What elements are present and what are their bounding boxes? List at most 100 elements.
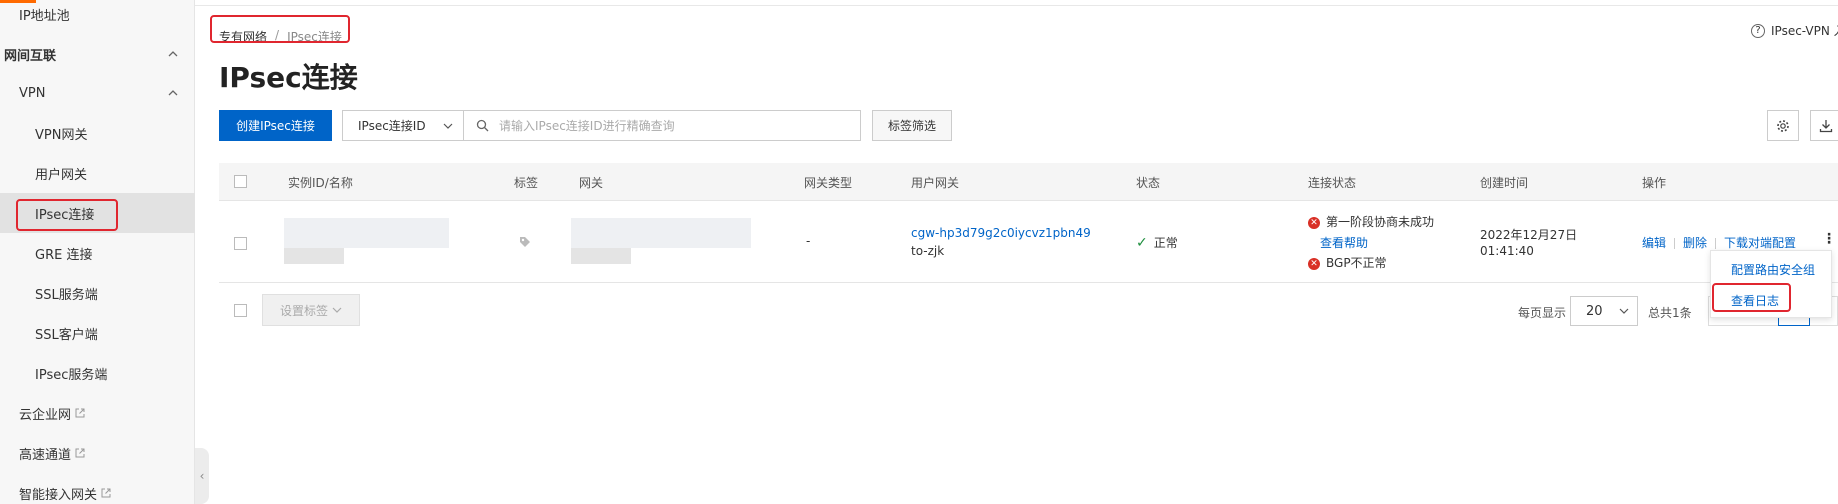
filter-field-value: IPsec连接ID [358, 119, 426, 133]
sidebar-item-label: VPN网关 [35, 127, 88, 143]
column-header-instance: 实例ID/名称 [288, 176, 353, 190]
total-count: 总共1条 [1648, 306, 1692, 320]
column-header-customer-gateway: 用户网关 [911, 176, 960, 190]
sidebar-item-customer-gateway[interactable]: 用户网关 [0, 153, 195, 193]
sidebar-item-ip-pool[interactable]: IP地址池 [0, 0, 195, 34]
external-link-icon [101, 488, 111, 498]
sidebar-item-vpn-gateway[interactable]: VPN网关 [0, 113, 195, 153]
redacted-instance-id[interactable] [284, 218, 449, 248]
page-size-label: 每页显示 [1518, 306, 1567, 320]
sidebar-group-vpn[interactable]: VPN [0, 73, 195, 113]
sidebar-item-cen[interactable]: 云企业网 [0, 393, 195, 433]
redacted-instance-name [284, 248, 344, 264]
sidebar-item-label: 网间互联 [4, 48, 57, 64]
sidebar-item-ssl-server[interactable]: SSL服务端 [0, 273, 195, 313]
check-icon: ✓ [1136, 235, 1148, 251]
sidebar-item-label: VPN [19, 85, 46, 101]
page-size-value: 20 [1586, 303, 1603, 319]
connection-status-bgp: ✕ BGP不正常 [1308, 254, 1387, 271]
row-actions: 编辑 删除 下载对端配置 [1642, 234, 1796, 251]
phase1-status-text: 第一阶段协商未成功 [1326, 215, 1435, 229]
chevron-down-icon [443, 123, 453, 129]
sidebar: IP地址池 网间互联 VPN VPN网关 用户网关 IPsec连接 GRE 连接… [0, 0, 195, 504]
sidebar-item-smart-access-gateway[interactable]: 智能接入网关 [0, 473, 195, 504]
help-link[interactable]: ? IPsec-VPN 入 [1751, 22, 1838, 39]
status-cell: ✓ 正常 [1136, 234, 1178, 251]
chevron-up-icon [168, 90, 178, 96]
filter-field-select[interactable]: IPsec连接ID [342, 110, 464, 141]
action-divider [1674, 238, 1676, 249]
page-size-select[interactable]: 20 [1570, 296, 1638, 326]
sidebar-item-label: SSL服务端 [35, 287, 98, 303]
footer-select-all-checkbox[interactable] [234, 304, 247, 317]
sidebar-item-ipsec-server[interactable]: IPsec服务端 [0, 353, 195, 393]
external-link-icon [75, 408, 85, 418]
question-icon: ? [1751, 23, 1765, 38]
table-header: 实例ID/名称 标签 网关 网关类型 用户网关 状态 连接状态 创建时间 操作 [219, 163, 1838, 201]
sidebar-item-gre-connection[interactable]: GRE 连接 [0, 233, 195, 273]
sidebar-item-label: IP地址池 [19, 8, 70, 24]
action-divider [1715, 238, 1717, 249]
redacted-gateway-name [571, 248, 631, 264]
chevron-down-icon [1619, 308, 1629, 314]
highlight-box-sidebar [16, 199, 118, 231]
sidebar-item-label: IPsec服务端 [35, 367, 108, 383]
page-title: IPsec连接 [219, 61, 358, 94]
column-header-connection-status: 连接状态 [1308, 176, 1357, 190]
download-icon [1819, 119, 1833, 132]
more-actions-icon[interactable]: ⋮ [1822, 231, 1836, 247]
sidebar-item-label: GRE 连接 [35, 247, 93, 263]
sidebar-item-label: 用户网关 [35, 167, 88, 183]
edit-link[interactable]: 编辑 [1642, 236, 1666, 250]
search-icon [476, 119, 489, 132]
chevron-left-icon: ‹ [199, 469, 205, 483]
menu-item-route-security-group[interactable]: 配置路由安全组 [1731, 261, 1815, 278]
sidebar-item-label: 高速通道 [19, 447, 72, 463]
sidebar-item-label: SSL客户端 [35, 327, 98, 343]
sidebar-collapse-button[interactable]: ‹ [195, 448, 209, 504]
settings-button[interactable] [1767, 110, 1799, 141]
column-header-actions: 操作 [1642, 176, 1667, 190]
customer-gateway-link[interactable]: cgw-hp3d79g2c0iycvz1pbn49 [911, 226, 1091, 240]
error-icon: ✕ [1308, 257, 1320, 270]
chevron-down-icon [332, 307, 342, 313]
set-tag-label: 设置标签 [279, 303, 328, 318]
column-header-tags: 标签 [514, 176, 539, 190]
connection-status-phase1: ✕ 第一阶段协商未成功 [1308, 213, 1434, 230]
row-checkbox[interactable] [234, 237, 247, 250]
delete-link[interactable]: 删除 [1683, 236, 1707, 250]
set-tag-button[interactable]: 设置标签 [262, 294, 360, 326]
status-text: 正常 [1153, 236, 1178, 250]
search-input[interactable] [499, 118, 839, 133]
redacted-gateway-id[interactable] [571, 218, 751, 248]
bgp-status-text: BGP不正常 [1326, 256, 1387, 270]
sidebar-item-express-connect[interactable]: 高速通道 [0, 433, 195, 473]
customer-gateway-name: to-zjk [911, 244, 945, 258]
sidebar-item-label: 智能接入网关 [19, 487, 98, 503]
search-box [463, 110, 861, 141]
column-header-gateway-type: 网关类型 [804, 176, 853, 190]
sidebar-item-ssl-client[interactable]: SSL客户端 [0, 313, 195, 353]
tag-icon[interactable] [519, 236, 531, 248]
chevron-up-icon [168, 51, 178, 57]
create-ipsec-button[interactable]: 创建IPsec连接 [219, 110, 332, 141]
help-link-label: IPsec-VPN 入 [1771, 24, 1838, 38]
table-row: - cgw-hp3d79g2c0iycvz1pbn49 to-zjk ✓ 正常 ✕… [219, 201, 1838, 283]
error-icon: ✕ [1308, 216, 1320, 229]
download-peer-config-link[interactable]: 下载对端配置 [1724, 236, 1796, 250]
highlight-box-breadcrumb [210, 15, 350, 43]
tag-filter-button[interactable]: 标签筛选 [872, 110, 952, 141]
external-link-icon [75, 448, 85, 458]
column-header-gateway: 网关 [579, 176, 604, 190]
column-header-created-time: 创建时间 [1480, 176, 1529, 190]
select-all-checkbox[interactable] [234, 175, 247, 188]
column-header-status: 状态 [1136, 176, 1161, 190]
sidebar-group-interconnect[interactable]: 网间互联 [0, 34, 195, 74]
created-date: 2022年12月27日 [1480, 228, 1578, 242]
export-button[interactable] [1810, 110, 1838, 141]
view-help-link[interactable]: 查看帮助 [1320, 234, 1368, 251]
gateway-type-value: - [806, 234, 811, 248]
gear-icon [1777, 119, 1789, 132]
top-header-bar [195, 0, 1838, 6]
sidebar-item-label: 云企业网 [19, 407, 72, 423]
